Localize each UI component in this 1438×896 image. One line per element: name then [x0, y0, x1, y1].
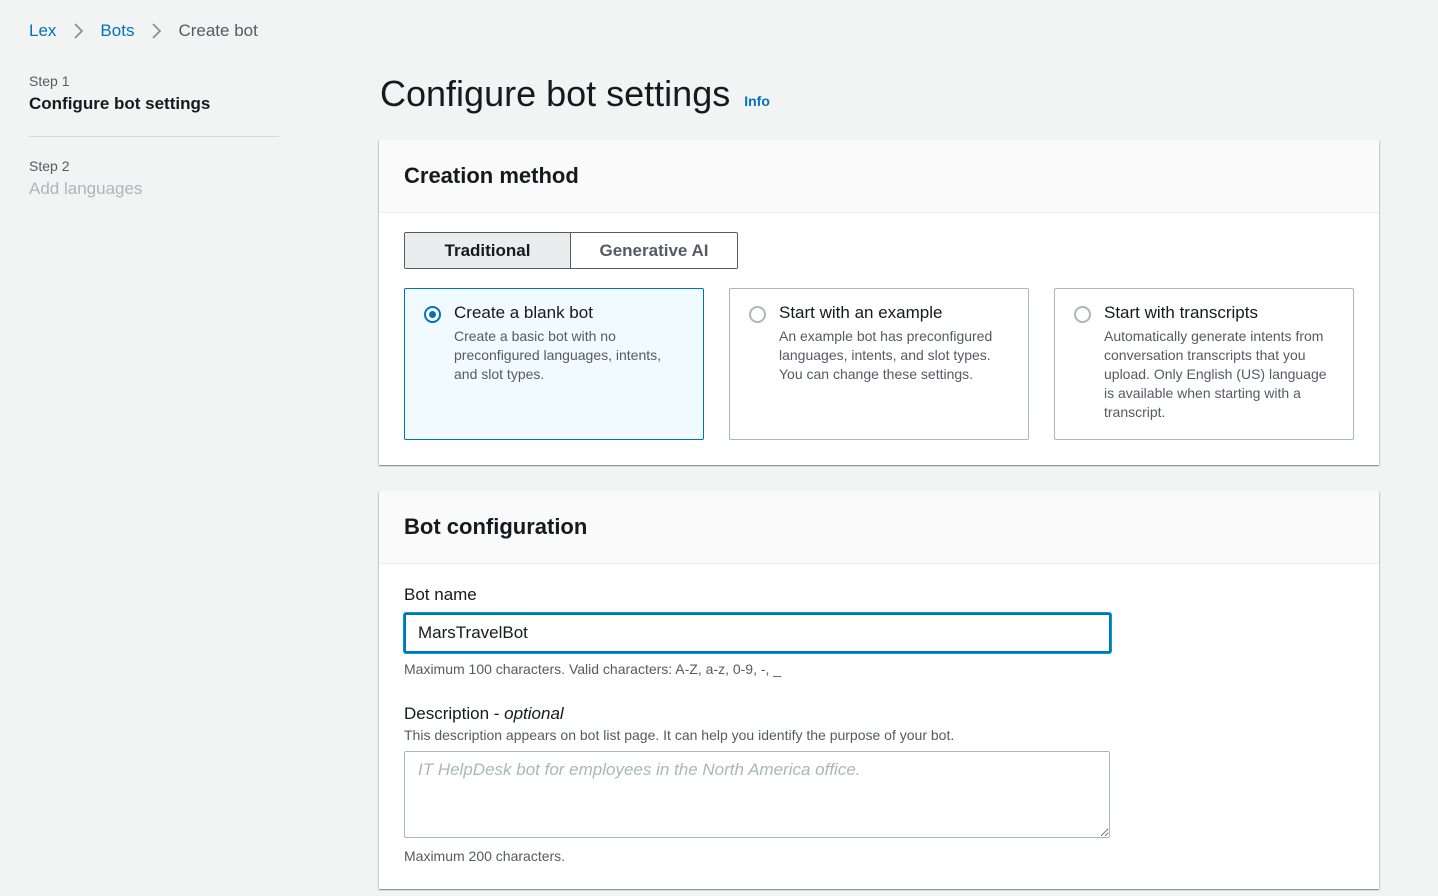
optional-label: optional — [504, 704, 564, 723]
option-title: Start with an example — [779, 303, 943, 322]
step-number: Step 2 — [29, 158, 70, 174]
bot-name-field: Bot name Maximum 100 characters. Valid c… — [404, 585, 1111, 677]
bot-name-constraint: Maximum 100 characters. Valid characters… — [404, 661, 782, 677]
segment-traditional[interactable]: Traditional — [405, 233, 571, 268]
option-title: Start with transcripts — [1104, 303, 1258, 322]
bot-configuration-heading: Bot configuration — [404, 514, 588, 539]
page-header: Configure bot settings Info — [380, 73, 770, 115]
option-start-with-example[interactable]: Start with an example An example bot has… — [729, 288, 1029, 440]
segment-generative-ai[interactable]: Generative AI — [571, 233, 737, 268]
option-description: Create a basic bot with no preconfigured… — [454, 328, 662, 382]
option-description: Automatically generate intents from conv… — [1104, 328, 1327, 420]
bot-name-input[interactable] — [404, 613, 1111, 653]
option-description: An example bot has preconfigured languag… — [779, 328, 993, 382]
step-title: Add languages — [29, 179, 143, 198]
creation-method-heading: Creation method — [404, 163, 579, 188]
description-help-text: This description appears on bot list pag… — [404, 727, 955, 743]
breadcrumb-bots-link[interactable]: Bots — [100, 21, 134, 41]
creation-options: Create a blank bot Create a basic bot wi… — [404, 288, 1354, 440]
step-2: Step 2 Add languages — [29, 158, 279, 221]
step-divider — [29, 136, 279, 137]
bot-name-label: Bot name — [404, 585, 477, 604]
breadcrumb: Lex Bots Create bot — [29, 21, 258, 41]
step-number: Step 1 — [29, 73, 70, 89]
panel-header: Bot configuration — [379, 491, 1379, 564]
chevron-right-icon — [151, 23, 162, 39]
description-textarea[interactable] — [404, 751, 1110, 838]
description-constraint: Maximum 200 characters. — [404, 848, 566, 864]
step-title: Configure bot settings — [29, 94, 211, 113]
radio-button[interactable] — [1074, 306, 1091, 323]
info-link[interactable]: Info — [744, 93, 770, 109]
page-title: Configure bot settings — [380, 73, 731, 114]
description-label: Description - optional — [404, 704, 564, 723]
panel-header: Creation method — [379, 140, 1379, 213]
radio-button[interactable] — [424, 306, 441, 323]
option-title: Create a blank bot — [454, 303, 593, 322]
option-create-blank-bot[interactable]: Create a blank bot Create a basic bot wi… — [404, 288, 704, 440]
description-field: Description - optional This description … — [404, 704, 1110, 864]
chevron-right-icon — [73, 23, 84, 39]
bot-configuration-panel: Bot configuration Bot name Maximum 100 c… — [379, 491, 1379, 889]
breadcrumb-lex-link[interactable]: Lex — [29, 21, 56, 41]
step-1: Step 1 Configure bot settings — [29, 73, 279, 136]
creation-method-panel: Creation method Traditional Generative A… — [379, 140, 1379, 465]
breadcrumb-current: Create bot — [178, 21, 258, 40]
wizard-steps: Step 1 Configure bot settings Step 2 Add… — [29, 73, 279, 221]
radio-button[interactable] — [749, 306, 766, 323]
creation-method-segmented-control: Traditional Generative AI — [404, 232, 738, 269]
option-start-with-transcripts[interactable]: Start with transcripts Automatically gen… — [1054, 288, 1354, 440]
